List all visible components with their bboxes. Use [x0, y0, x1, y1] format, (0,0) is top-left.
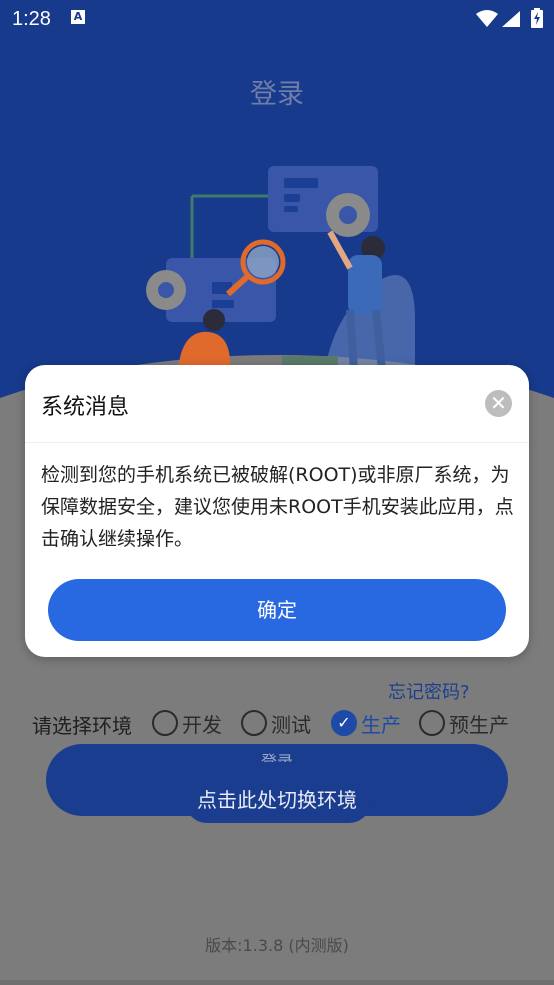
env-option-dev[interactable]: 开发	[152, 706, 222, 740]
bottom-edge	[0, 980, 554, 985]
env-option-label: 生产	[361, 712, 401, 737]
forgot-password-link[interactable]: 忘记密码?	[388, 678, 470, 704]
env-option-label: 预生产	[449, 712, 509, 737]
radio-prod[interactable]: ✓	[331, 710, 357, 736]
env-option-label: 开发	[182, 712, 222, 737]
dialog-divider	[25, 442, 529, 443]
env-option-label: 测试	[271, 712, 311, 737]
close-icon[interactable]: ✕	[485, 390, 512, 417]
battery-icon	[531, 8, 543, 28]
radio-preprod[interactable]	[419, 710, 445, 736]
env-option-prod[interactable]: ✓ 生产	[331, 706, 401, 740]
page-title: 登录	[250, 79, 304, 109]
wifi-icon	[476, 10, 498, 27]
signal-icon	[502, 11, 520, 27]
env-option-test[interactable]: 测试	[241, 706, 311, 740]
login-button-label: 登录	[260, 752, 293, 762]
switch-env-text[interactable]: 点击此处切换环境	[0, 784, 554, 813]
status-bar: 1:28 A	[0, 0, 554, 38]
environment-selector: 请选择环境 开发 测试 ✓ 生产 预生产	[32, 704, 552, 744]
env-option-preprod[interactable]: 预生产	[419, 706, 509, 740]
notification-icon: A	[71, 10, 85, 24]
dialog-message: 检测到您的手机系统已被破解(ROOT)或非原厂系统，为保障数据安全，建议您使用未…	[41, 464, 514, 550]
radio-dev[interactable]	[152, 710, 178, 736]
dialog-title: 系统消息	[41, 395, 130, 420]
system-message-dialog: 系统消息 ✕ 检测到您的手机系统已被破解(ROOT)或非原厂系统，为保障数据安全…	[25, 365, 529, 657]
radio-test[interactable]	[241, 710, 267, 736]
environment-label: 请选择环境	[32, 714, 132, 738]
login-illustration	[146, 166, 415, 370]
confirm-button[interactable]: 确定	[48, 579, 506, 641]
screen: 1:28 A 登录 忘记密码? 请选择环境 开发 测试 ✓ 生产 预生产 登录 …	[0, 0, 554, 985]
check-icon: ✓	[337, 713, 351, 732]
version-text: 版本:1.3.8 (内测版)	[205, 936, 349, 955]
status-time: 1:28	[12, 8, 51, 30]
